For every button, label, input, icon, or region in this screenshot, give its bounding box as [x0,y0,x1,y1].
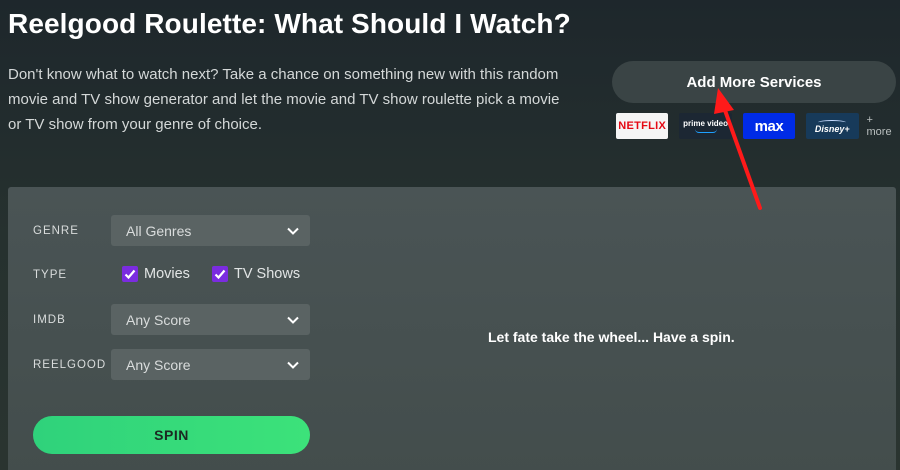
reelgood-select-value: Any Score [126,356,191,373]
checkmark-icon [212,266,228,282]
tv-shows-checkbox[interactable]: TV Shows [212,266,300,282]
genre-select-value: All Genres [126,222,192,239]
netflix-logo-text: NETFLIX [618,120,667,132]
service-logos: NETFLIX prime video max Disney+ + more [616,113,900,139]
imdb-select-value: Any Score [126,311,191,328]
disney-plus-logo[interactable]: Disney+ [806,113,859,139]
chevron-down-icon [286,358,300,372]
chevron-down-icon [286,224,300,238]
intro-text: Don't know what to watch next? Take a ch… [8,62,588,137]
movies-checkbox-label: Movies [144,266,190,282]
max-logo[interactable]: max [742,113,796,139]
genre-select[interactable]: All Genres [111,215,310,246]
reelgood-select[interactable]: Any Score [111,349,310,380]
movies-checkbox[interactable]: Movies [122,266,190,282]
prime-smile-icon [694,129,717,133]
checkmark-icon [122,266,138,282]
intro-line: or TV show from your genre of choice. [8,116,263,133]
disney-plus-logo-text: Disney+ [814,123,850,134]
page-title: Reelgood Roulette: What Should I Watch? [8,8,571,39]
imdb-select[interactable]: Any Score [111,304,310,335]
roulette-panel: GENRE All Genres TYPE Movies TV Shows IM… [8,187,896,470]
result-placeholder: Let fate take the wheel... Have a spin. [488,329,735,345]
reelgood-label: REELGOOD [33,359,107,371]
tv-shows-checkbox-label: TV Shows [234,266,301,282]
netflix-logo[interactable]: NETFLIX [616,113,669,139]
type-label: TYPE [33,269,68,281]
intro-line: movie and TV show generator and let the … [8,91,560,108]
chevron-down-icon [286,313,300,327]
add-more-services-button[interactable]: Add More Services [612,61,896,103]
genre-label: GENRE [33,225,79,237]
more-services-link[interactable]: + more [867,114,900,138]
spin-button[interactable]: SPIN [33,416,310,454]
imdb-label: IMDB [33,314,66,326]
prime-video-logo-text: prime video [683,119,729,128]
intro-line: Don't know what to watch next? Take a ch… [8,66,559,83]
prime-video-logo[interactable]: prime video [679,113,732,139]
max-logo-text: max [754,117,784,135]
